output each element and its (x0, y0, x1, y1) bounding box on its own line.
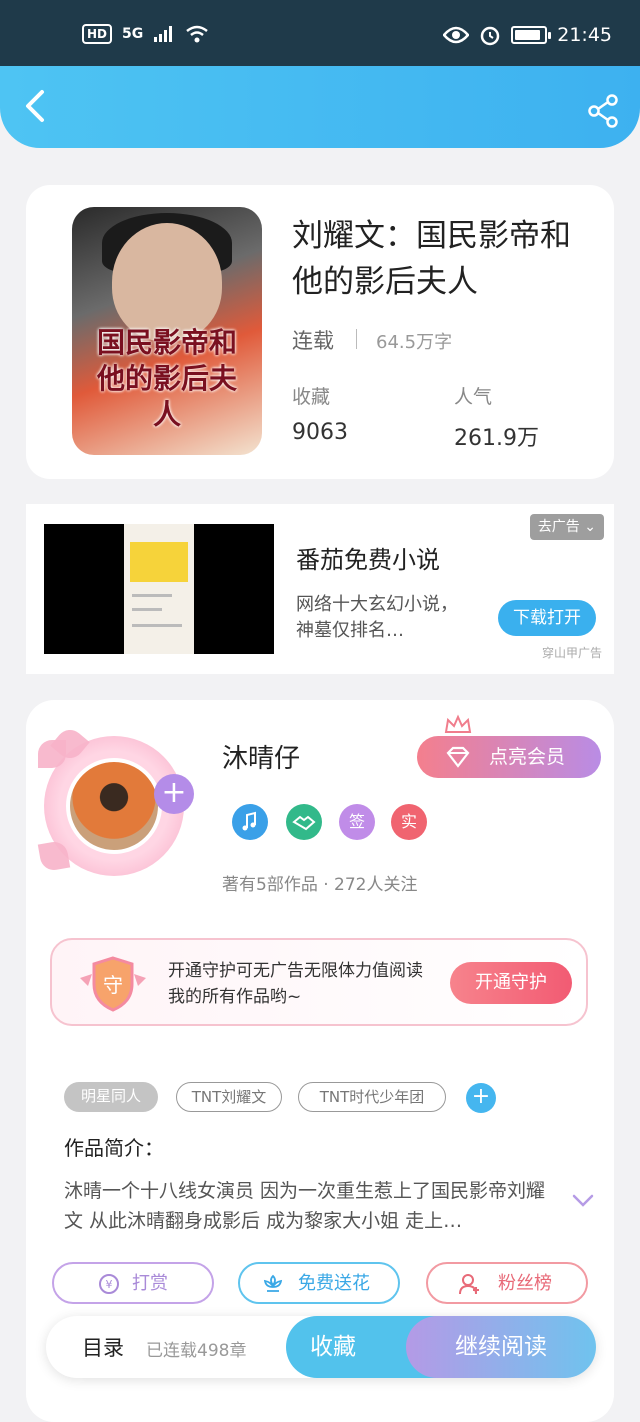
ad-video-thumbnail[interactable] (44, 524, 274, 654)
ad-screen-line (132, 594, 172, 597)
ad-title: 番茄免费小说 (296, 546, 440, 574)
remove-ad-label: 去广告 (537, 519, 580, 535)
flower-label: 免费送花 (298, 1273, 370, 1294)
reward-button[interactable]: ¥ 打赏 (52, 1262, 214, 1304)
fans-label: 粉丝榜 (498, 1273, 552, 1294)
sign-badge[interactable]: 签 (339, 804, 375, 840)
intro-text: 沐晴一个十八线女演员 因为一次重生惹上了国民影帝刘耀文 从此沐晴翻身成影后 成为… (64, 1180, 546, 1232)
avatar[interactable] (66, 758, 162, 854)
author-avatar-frame[interactable]: + (37, 724, 194, 880)
diamond-icon (446, 746, 470, 768)
crown-icon (444, 714, 472, 733)
back-icon[interactable] (18, 86, 54, 126)
flower-icon (263, 1274, 283, 1292)
author-card: + 沐晴仔 点亮会员 签 实 著有5部作品 · 272人关注 守 开通守护可无广… (26, 700, 614, 1422)
fans-ranking-button[interactable]: 粉丝榜 (426, 1262, 588, 1304)
ad-phone-screen (124, 524, 194, 654)
battery-icon (511, 26, 552, 44)
eye-icon (443, 26, 470, 44)
guard-banner: 守 开通守护可无广告无限体力值阅读我的所有作品哟~ 开通守护 (50, 938, 588, 1026)
follow-plus-icon[interactable]: + (154, 774, 194, 814)
status-left: HD 5G (82, 24, 209, 44)
popularity-stat-label: 人气 (454, 386, 493, 408)
vip-label: 点亮会员 (489, 746, 566, 768)
toc-button[interactable]: 目录 (82, 1332, 124, 1362)
signal-icon (154, 26, 173, 42)
tag-item[interactable]: 明星同人 (64, 1082, 158, 1112)
chevron-down-icon[interactable] (572, 1194, 594, 1208)
status-bar: HD 5G 21:45 (0, 0, 640, 66)
free-flower-button[interactable]: 免费送花 (238, 1262, 400, 1304)
add-tag-button[interactable]: + (466, 1083, 496, 1113)
ad-screen-highlight (130, 542, 188, 582)
ad-screen-line (132, 624, 182, 627)
header-bar (0, 66, 640, 148)
clock: 21:45 (557, 24, 612, 46)
status-right: 21:45 (443, 24, 612, 46)
handshake-icon (286, 804, 322, 840)
book-cover[interactable]: 国民影帝和他的影后夫人 (72, 207, 262, 455)
tag-item[interactable]: TNT刘耀文 (176, 1082, 282, 1112)
share-icon[interactable] (586, 94, 620, 128)
svg-text:¥: ¥ (106, 1278, 113, 1291)
chapter-count: 已连载498章 (146, 1341, 247, 1361)
reward-label: 打赏 (132, 1273, 168, 1294)
collect-stat-value: 9063 (292, 420, 348, 445)
ad-banner[interactable]: 去广告 ⌄ 番茄免费小说 网络十大玄幻小说，神墓仅排名… 下载打开 穿山甲广告 (26, 504, 614, 674)
book-title: 刘耀文：国民影帝和他的影后夫人 (292, 218, 571, 300)
handshake-badge-icon[interactable] (286, 804, 322, 840)
author-name: 沐晴仔 (222, 744, 301, 774)
music-note-icon (232, 804, 268, 840)
ad-screen-line (132, 608, 162, 611)
word-count: 64.5万字 (376, 332, 453, 353)
tag-item[interactable]: TNT时代少年团 (298, 1082, 446, 1112)
alarm-icon (480, 26, 500, 46)
vip-button[interactable]: 点亮会员 (417, 736, 601, 778)
hd-icon: HD (82, 24, 113, 44)
battery-level (515, 30, 541, 40)
cover-title: 国民影帝和他的影后夫人 (96, 326, 237, 431)
guard-text: 开通守护可无广告无限体力值阅读我的所有作品哟~ (168, 961, 423, 1007)
book-info-card: 国民影帝和他的影后夫人 刘耀文：国民影帝和他的影后夫人 连载 64.5万字 收藏… (26, 185, 614, 479)
wifi-icon (186, 25, 209, 43)
shield-char: 守 (103, 973, 123, 997)
cover-face (112, 223, 222, 341)
divider (356, 329, 357, 349)
real-name-badge[interactable]: 实 (391, 804, 427, 840)
ad-download-button[interactable]: 下载打开 (498, 600, 596, 636)
author-meta: 著有5部作品 · 272人关注 (222, 875, 418, 895)
coin-icon: ¥ (99, 1274, 119, 1294)
open-guard-button[interactable]: 开通守护 (450, 962, 572, 1004)
book-status: 连载 (292, 329, 334, 353)
collect-stat-label: 收藏 (292, 386, 331, 408)
shield-icon: 守 (80, 956, 146, 1012)
ad-source: 穿山甲广告 (541, 646, 602, 660)
ad-description: 网络十大玄幻小说，神墓仅排名… (296, 594, 458, 641)
bottom-action-bar: 目录 已连载498章 收藏 继续阅读 (46, 1316, 596, 1378)
network-label: 5G (122, 26, 144, 42)
continue-reading-button[interactable]: 继续阅读 (406, 1316, 596, 1378)
popularity-stat-value: 261.9万 (454, 426, 539, 451)
user-icon (459, 1274, 479, 1295)
remove-ad-button[interactable]: 去广告 ⌄ (529, 514, 604, 540)
intro-label: 作品简介： (64, 1136, 164, 1160)
music-badge-icon[interactable] (232, 804, 268, 840)
